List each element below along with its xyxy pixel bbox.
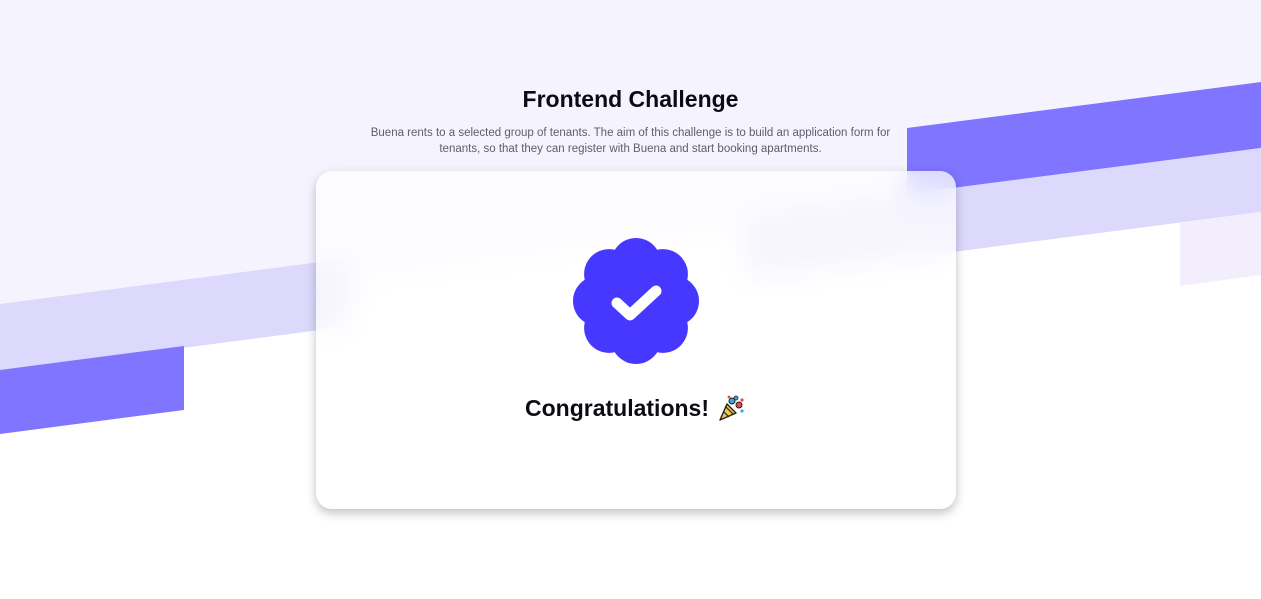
stripe-right-pale	[1180, 212, 1261, 286]
party-popper-icon	[719, 395, 744, 421]
success-card: Congratulations!	[316, 171, 956, 509]
page-header: Frontend Challenge Buena rents to a sele…	[0, 84, 1261, 157]
success-page: Frontend Challenge Buena rents to a sele…	[0, 0, 1261, 599]
success-message-text: Congratulations!	[525, 394, 709, 421]
page-title: Frontend Challenge	[522, 86, 739, 112]
page-description: Buena rents to a selected group of tenan…	[370, 127, 891, 155]
verified-check-badge-icon	[573, 238, 699, 364]
success-message: Congratulations!	[316, 393, 956, 423]
